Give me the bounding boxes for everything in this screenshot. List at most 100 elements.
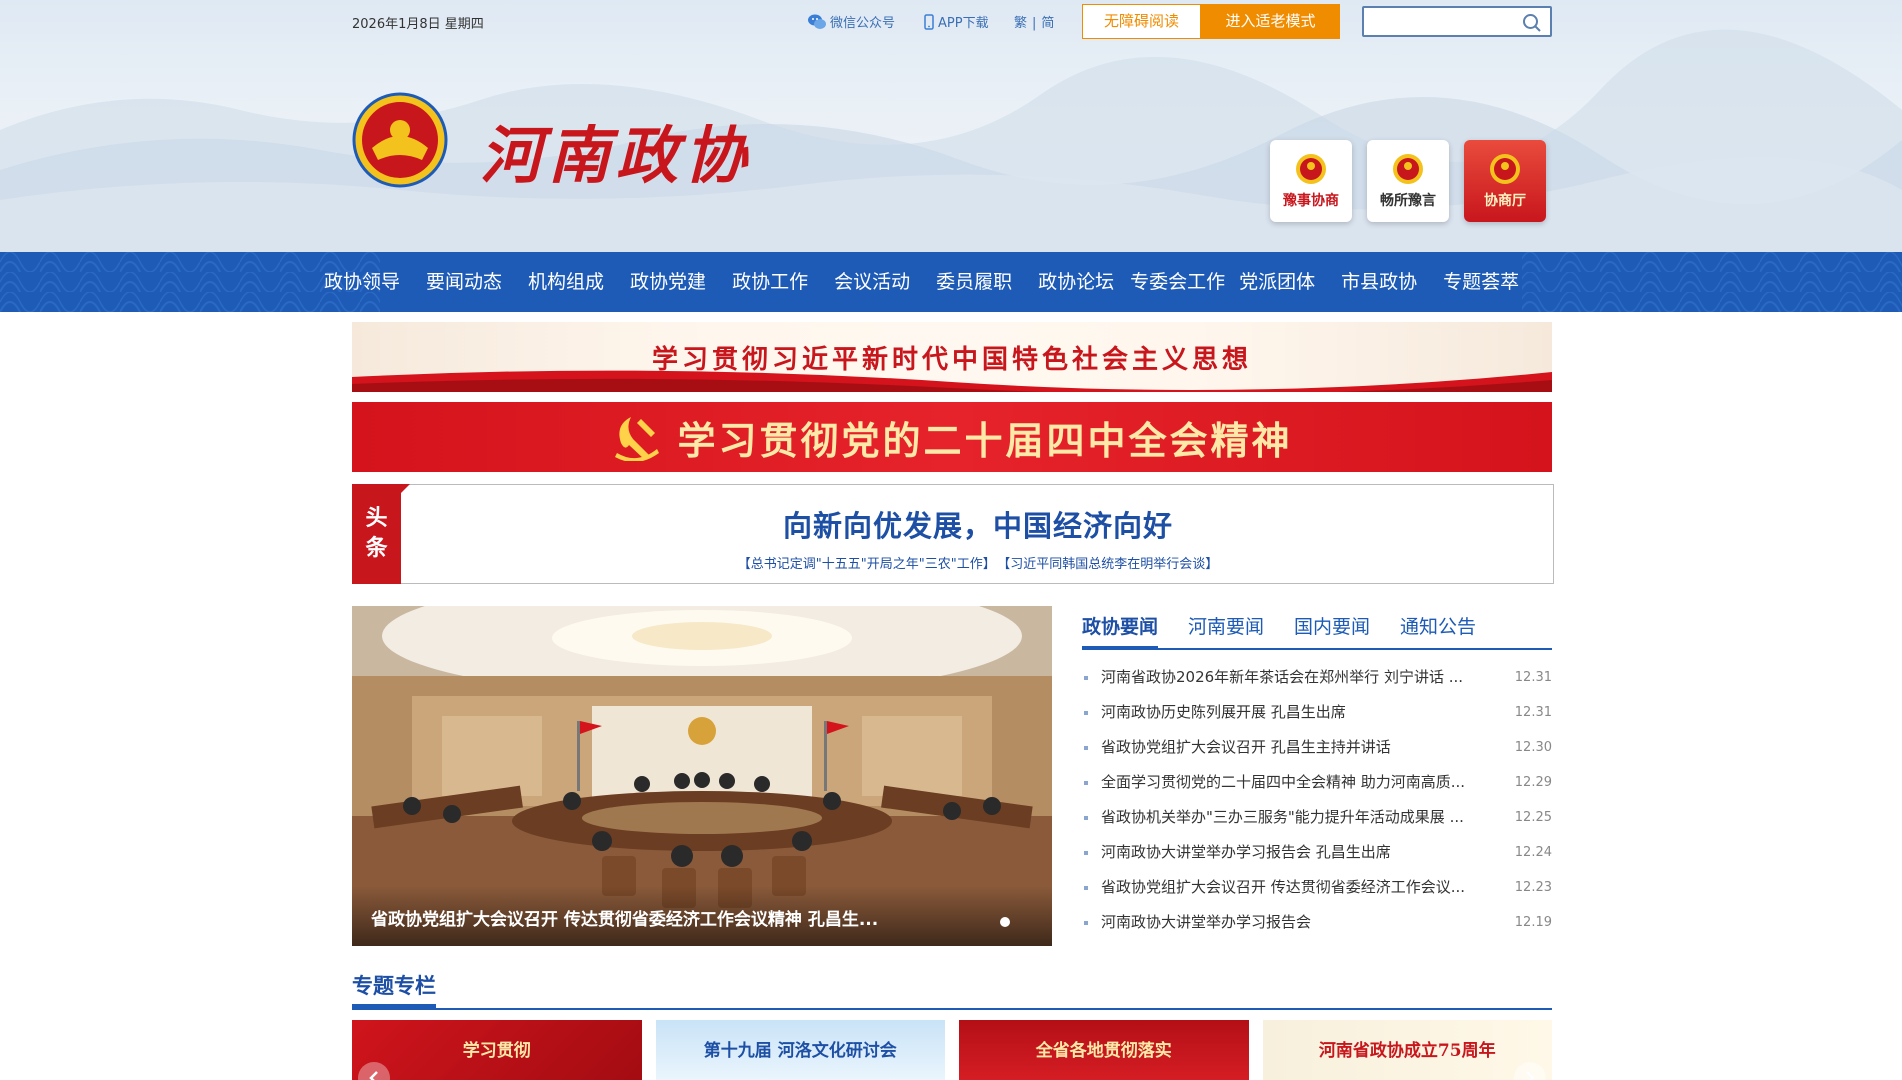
news-title[interactable]: 全面学习贯彻党的二十届四中全会精神 助力河南高质... [1101,765,1491,800]
bullet-icon [1084,676,1088,680]
app-download-link[interactable]: APP下载 [924,12,989,31]
list-item[interactable]: 省政协党组扩大会议召开 孔昌生主持并讲话 12.30 [1082,730,1552,765]
headline-block: 头 条 向新向优发展，中国经济向好 【总书记定调"十五五"开局之年"三农"工作】… [352,484,1554,584]
bullet-icon [1084,711,1088,715]
topic-card[interactable]: 河南省政协成立75周年 [1262,1020,1552,1080]
news-panel: 政协要闻 河南要闻 国内要闻 通知公告 河南省政协2026年新年茶话会在郑州举行… [1082,606,1552,946]
news-date: 12.31 [1514,670,1552,685]
list-item[interactable]: 河南省政协2026年新年茶话会在郑州举行 刘宁讲话 ... 12.31 [1082,660,1552,695]
nav-item-meetings[interactable]: 会议活动 [834,252,910,312]
special-topics-section: 专题专栏 学习贯彻 第十九届 河洛文化研讨会 全省各地贯彻落实 河南省政协成立7… [352,970,1552,1080]
elder-mode-button[interactable]: 进入适老模式 [1201,4,1340,39]
cppcc-emblem-icon [1490,154,1520,184]
news-title[interactable]: 省政协机关举办"三办三服务"能力提升年活动成果展 ... [1101,800,1491,835]
nav-item-organization[interactable]: 机构组成 [528,252,604,312]
news-title[interactable]: 省政协党组扩大会议召开 传达贯彻省委经济工作会议... [1101,870,1491,905]
news-date: 12.31 [1514,705,1552,720]
party-emblem-icon [615,417,660,461]
news-date: 12.30 [1514,740,1552,755]
cppcc-emblem-icon [1296,154,1326,184]
tab-domestic-news[interactable]: 国内要闻 [1294,606,1370,648]
wechat-icon [808,14,826,29]
list-item[interactable]: 河南政协历史陈列展开展 孔昌生出席 12.31 [1082,695,1552,730]
headline-tag-line: 条 [365,536,388,561]
list-item[interactable]: 河南政协大讲堂举办学习报告会 孔昌生出席 12.24 [1082,835,1552,870]
news-date: 12.29 [1514,775,1552,790]
cppcc-emblem-icon [1393,154,1423,184]
logo-row: 河南政协 豫事协商 畅所豫言 协商厅 [352,80,1552,222]
app-tile-label: 协商厅 [1484,193,1526,209]
tab-cppcc-news[interactable]: 政协要闻 [1082,606,1159,650]
headline-sublink[interactable]: 【习近平同韩国总统李在明举行会谈】 [1004,557,1219,572]
lang-separator: | [1032,16,1037,31]
nav-item-parties[interactable]: 党派团体 [1239,252,1315,312]
nav-item-party-building[interactable]: 政协党建 [630,252,706,312]
nav-item-leaders[interactable]: 政协领导 [324,252,400,312]
news-title[interactable]: 河南政协大讲堂举办学习报告会 孔昌生出席 [1101,835,1491,870]
current-date: 2026年1月8日 星期四 [352,17,484,32]
simplified-chinese-link[interactable]: 简 [1041,16,1054,31]
search-box [1362,6,1552,37]
list-item[interactable]: 省政协机关举办"三办三服务"能力提升年活动成果展 ... 12.25 [1082,800,1552,835]
headline-sublink[interactable]: 【总书记定调"十五五"开局之年"三农"工作】 [738,557,996,572]
special-topics-header: 专题专栏 [352,970,1552,1010]
news-title[interactable]: 省政协党组扩大会议召开 孔昌生主持并讲话 [1101,730,1491,765]
list-item[interactable]: 河南政协大讲堂举办学习报告会 12.19 [1082,905,1552,940]
banner-xi-thought[interactable]: 学习贯彻习近平新时代中国特色社会主义思想 [352,322,1552,392]
news-title[interactable]: 河南政协大讲堂举办学习报告会 [1101,905,1491,940]
traditional-chinese-link[interactable]: 繁 [1014,16,1027,31]
top-bar: 2026年1月8日 星期四 微信公众号 APP下载 繁 | 简 无障碍阅读 进入适老… [352,0,1552,44]
app-download-label: APP下载 [938,16,989,31]
headline-tag: 头 条 [352,484,410,584]
news-tabs: 政协要闻 河南要闻 国内要闻 通知公告 [1082,606,1552,650]
topic-card-label: 第十九届 河洛文化研讨会 [703,1041,897,1061]
topic-card[interactable]: 全省各地贯彻落实 [959,1020,1249,1080]
next-arrow-icon[interactable] [1514,1062,1546,1080]
wechat-link[interactable]: 微信公众号 [808,12,895,31]
nav-item-work[interactable]: 政协工作 [732,252,808,312]
nav-item-news[interactable]: 要闻动态 [426,252,502,312]
news-carousel[interactable]: 省政协党组扩大会议召开 传达贯彻省委经济工作会议精神 孔昌生... [352,606,1052,946]
accessible-reading-button[interactable]: 无障碍阅读 [1082,4,1201,39]
news-title[interactable]: 河南省政协2026年新年茶话会在郑州举行 刘宁讲话 ... [1101,660,1491,695]
news-date: 12.19 [1514,915,1552,930]
bullet-icon [1084,781,1088,785]
app-tile-xieshang-ting[interactable]: 协商厅 [1464,140,1546,222]
app-tile-changsuo-yuyan[interactable]: 畅所豫言 [1367,140,1449,222]
tab-henan-news[interactable]: 河南要闻 [1188,606,1264,648]
list-item[interactable]: 全面学习贯彻党的二十届四中全会精神 助力河南高质... 12.29 [1082,765,1552,800]
news-date: 12.23 [1514,880,1552,895]
nav-item-forum[interactable]: 政协论坛 [1038,252,1114,312]
news-date: 12.24 [1514,845,1552,860]
cppcc-emblem-icon[interactable] [352,90,448,190]
side-app-links: 豫事协商 畅所豫言 协商厅 [1270,140,1546,222]
nav-item-topics[interactable]: 专题荟萃 [1443,252,1519,312]
section-title: 专题专栏 [352,970,436,1008]
news-title[interactable]: 河南政协历史陈列展开展 孔昌生出席 [1101,695,1491,730]
main-nav: 政协领导 要闻动态 机构组成 政协党建 政协工作 会议活动 委员履职 政协论坛 … [0,252,1902,312]
special-topics-cards: 学习贯彻 第十九届 河洛文化研讨会 全省各地贯彻落实 河南省政协成立75周年 [352,1020,1552,1080]
nav-item-committees[interactable]: 专委会工作 [1130,252,1225,312]
topic-card[interactable]: 第十九届 河洛文化研讨会 [655,1020,945,1080]
bullet-icon [1084,746,1088,750]
nav-item-members[interactable]: 委员履职 [936,252,1012,312]
site-title[interactable]: 河南政协 [480,105,752,195]
headline-title[interactable]: 向新向优发展，中国经济向好 [403,503,1553,545]
bullet-icon [1084,886,1088,890]
prev-arrow-icon[interactable] [358,1062,390,1080]
app-tile-yushi-xieshang[interactable]: 豫事协商 [1270,140,1352,222]
phone-icon [924,13,934,30]
topic-card[interactable]: 学习贯彻 [352,1020,642,1080]
carousel-indicator-dot[interactable] [1000,917,1010,927]
bullet-icon [1084,816,1088,820]
carousel-caption[interactable]: 省政协党组扩大会议召开 传达贯彻省委经济工作会议精神 孔昌生... [371,905,878,930]
search-input[interactable] [1370,8,1520,35]
nav-item-cities[interactable]: 市县政协 [1341,252,1417,312]
tab-notices[interactable]: 通知公告 [1400,606,1476,648]
search-icon[interactable] [1522,13,1542,33]
topic-card-label: 河南省政协成立75周年 [1318,1041,1496,1061]
news-list: 河南省政协2026年新年茶话会在郑州举行 刘宁讲话 ... 12.31 河南政协历… [1082,660,1552,940]
banner-fourth-plenum[interactable]: 学习贯彻党的二十届四中全会精神 [352,402,1552,472]
list-item[interactable]: 省政协党组扩大会议召开 传达贯彻省委经济工作会议... 12.23 [1082,870,1552,905]
topic-card-label: 学习贯彻 [462,1041,531,1061]
